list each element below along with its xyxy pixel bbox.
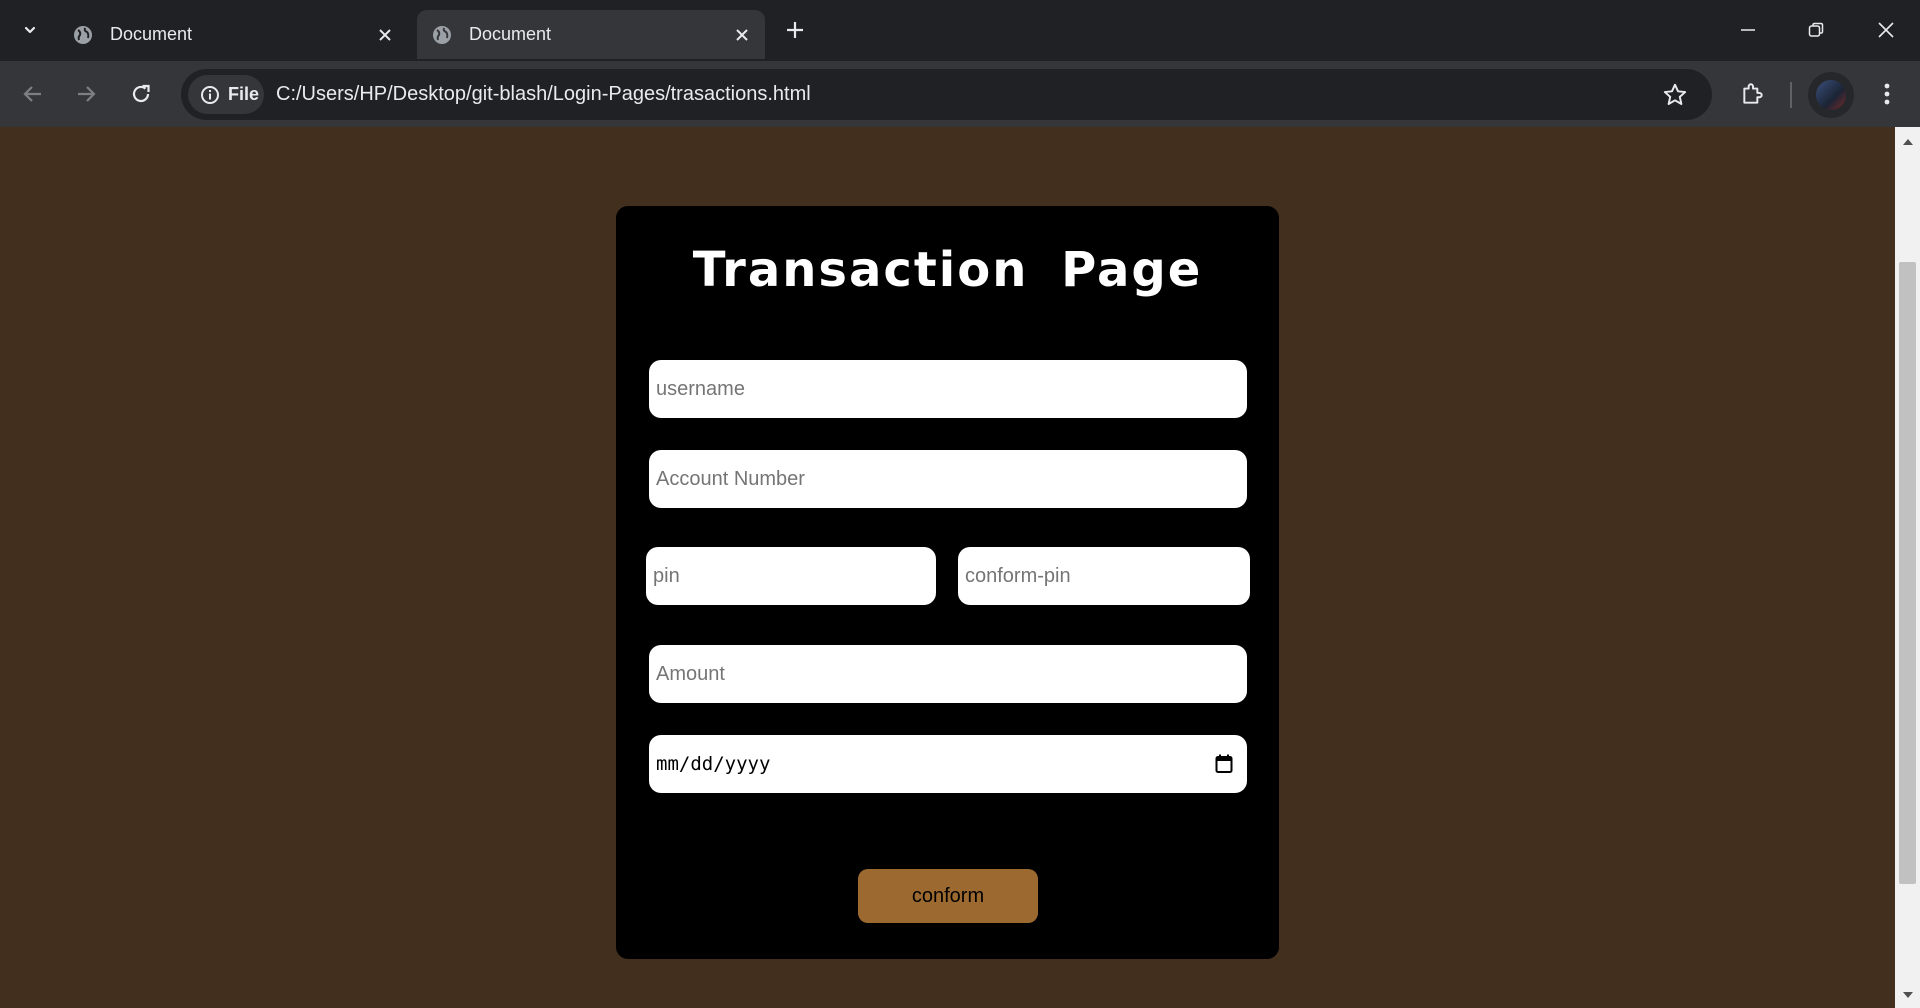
plus-icon: [787, 22, 803, 38]
page-title: Transaction Page: [692, 242, 1203, 298]
chevron-down-icon: [24, 26, 36, 34]
profile-avatar[interactable]: [1808, 72, 1854, 118]
close-icon: [1878, 22, 1894, 38]
bookmark-star-icon[interactable]: [1658, 78, 1692, 112]
username-input[interactable]: [649, 360, 1247, 418]
reload-icon: [132, 84, 150, 103]
tab-document-2[interactable]: Document: [417, 10, 765, 59]
minimize-button[interactable]: [1714, 0, 1782, 60]
close-tab-icon[interactable]: [370, 20, 400, 50]
pin-input[interactable]: [646, 547, 936, 605]
page-viewport: Transaction Page mm/dd/yyyy conform: [0, 127, 1895, 1008]
amount-input[interactable]: [649, 645, 1247, 703]
conform-button[interactable]: conform: [858, 869, 1038, 923]
site-info-chip[interactable]: File: [188, 75, 264, 114]
arrow-left-icon: [23, 86, 41, 102]
tab-document-1[interactable]: Document: [58, 10, 408, 59]
restore-icon: [1808, 22, 1824, 37]
tab-title: Document: [469, 24, 552, 44]
tab-title: Document: [110, 24, 193, 44]
menu-kebab-icon[interactable]: [1864, 71, 1910, 117]
tab-strip: Document Document: [0, 0, 1920, 61]
extensions-puzzle-icon[interactable]: [1730, 71, 1776, 117]
browser-toolbar: File C:/Users/HP/Desktop/git-blash/Login…: [0, 61, 1920, 127]
url-text[interactable]: C:/Users/HP/Desktop/git-blash/Login-Page…: [276, 69, 811, 120]
back-button[interactable]: [10, 71, 56, 117]
tab-search-button[interactable]: [10, 10, 50, 50]
restore-button[interactable]: [1782, 0, 1850, 60]
scrollbar-thumb[interactable]: [1899, 262, 1916, 884]
minimize-icon: [1741, 29, 1755, 31]
close-window-button[interactable]: [1852, 0, 1920, 60]
transaction-form-card: Transaction Page mm/dd/yyyy conform: [616, 206, 1279, 959]
scheme-label: File: [228, 84, 260, 104]
date-placeholder: mm/dd/yyyy: [656, 753, 771, 775]
account-number-input[interactable]: [649, 450, 1247, 508]
reload-button[interactable]: [118, 71, 164, 117]
page-scrollbar[interactable]: [1895, 127, 1920, 1008]
address-bar[interactable]: File C:/Users/HP/Desktop/git-blash/Login…: [181, 69, 1712, 120]
info-icon: [200, 85, 220, 105]
close-tab-icon[interactable]: [727, 20, 757, 50]
confirm-pin-input[interactable]: [958, 547, 1250, 605]
calendar-icon[interactable]: [1212, 752, 1236, 776]
new-tab-button[interactable]: [775, 10, 815, 50]
arrow-right-icon: [78, 86, 96, 102]
toolbar-divider: [1790, 82, 1792, 108]
date-input[interactable]: mm/dd/yyyy: [649, 735, 1247, 793]
globe-icon: [431, 24, 453, 46]
globe-icon: [72, 24, 94, 46]
scroll-down-arrow-icon[interactable]: [1895, 984, 1920, 1006]
scroll-up-arrow-icon[interactable]: [1895, 131, 1920, 153]
forward-button[interactable]: [63, 71, 109, 117]
